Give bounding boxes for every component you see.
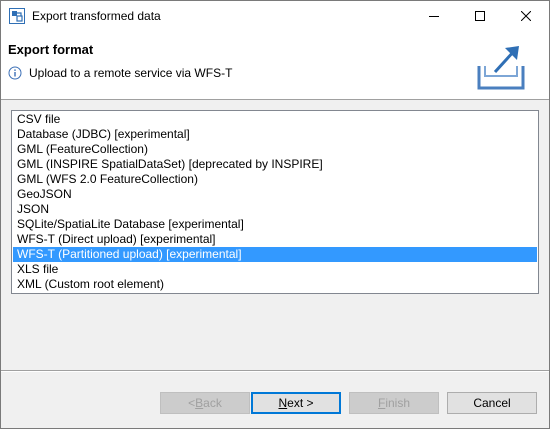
finish-button-mnemonic: F <box>377 396 386 410</box>
separator-highlight <box>1 371 549 372</box>
back-button-prefix: < <box>188 396 196 410</box>
list-item[interactable]: WFS-T (Direct upload) [experimental] <box>13 232 537 247</box>
list-item[interactable]: Database (JDBC) [experimental] <box>13 127 537 142</box>
list-item[interactable]: XML (Custom root element) <box>13 277 537 292</box>
app-transform-icon <box>9 8 25 24</box>
finish-button[interactable]: Finish <box>349 392 439 414</box>
export-format-list[interactable]: CSV file Database (JDBC) [experimental] GM… <box>11 110 539 294</box>
list-item[interactable]: GML (FeatureCollection) <box>13 142 537 157</box>
cancel-button[interactable]: Cancel <box>447 392 537 414</box>
next-button-mnemonic: N <box>278 396 288 410</box>
back-button[interactable]: < Back <box>160 392 250 414</box>
finish-button-label: inish <box>385 396 411 410</box>
back-button-mnemonic: B <box>195 396 204 410</box>
list-item[interactable]: GML (WFS 2.0 FeatureCollection) <box>13 172 537 187</box>
list-item[interactable]: GML (INSPIRE SpatialDataSet) [deprecated… <box>13 157 537 172</box>
list-item[interactable]: GeoJSON <box>13 187 537 202</box>
list-item[interactable]: XLS file <box>13 262 537 277</box>
list-item[interactable]: SQLite/SpatiaLite Database [experimental… <box>13 217 537 232</box>
cancel-button-label: Cancel <box>473 396 511 410</box>
wizard-header: Export format Upload to a remote service… <box>1 31 549 100</box>
close-icon <box>521 11 531 21</box>
maximize-icon <box>475 11 485 21</box>
export-dialog: Export transformed data Export format Up… <box>0 0 550 429</box>
list-item[interactable]: WFS-T (Partitioned upload) [experimental… <box>13 247 537 262</box>
export-tray-icon <box>475 42 527 92</box>
maximize-button[interactable] <box>457 1 503 31</box>
list-item[interactable]: CSV file <box>13 112 537 127</box>
minimize-button[interactable] <box>411 1 457 31</box>
close-button[interactable] <box>503 1 549 31</box>
list-item[interactable]: JSON <box>13 202 537 217</box>
back-button-label: ack <box>203 396 222 410</box>
window-title: Export transformed data <box>32 9 161 23</box>
title-bar[interactable]: Export transformed data <box>1 1 549 31</box>
minimize-icon <box>429 16 439 17</box>
next-button[interactable]: Next > <box>251 392 341 414</box>
header-message: Upload to a remote service via WFS-T <box>29 66 233 80</box>
page-title: Export format <box>8 42 94 57</box>
info-icon <box>8 66 22 80</box>
next-button-label: ext > <box>287 396 314 410</box>
